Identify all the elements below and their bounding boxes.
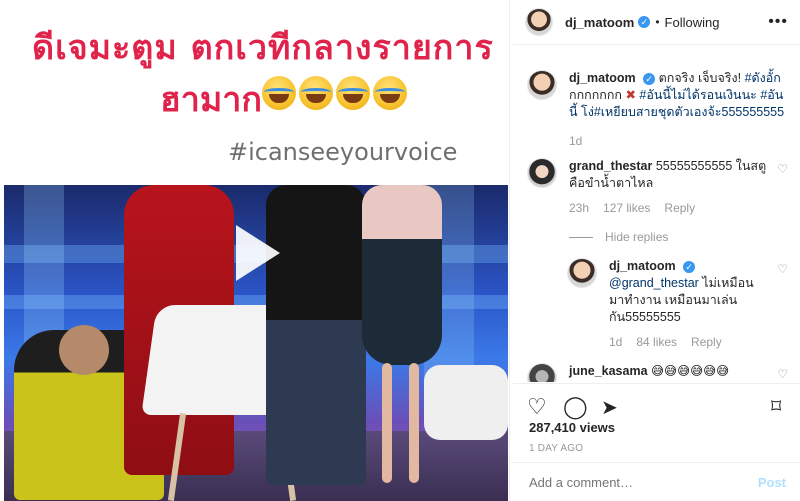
post-media: ดีเจมะตูม ตกเวทีกลางรายการ ฮามาก #icanse… [0, 0, 510, 501]
laughing-emoji-row [262, 76, 407, 110]
comment-username[interactable]: dj_matoom [609, 259, 676, 273]
verified-badge-icon: ✓ [643, 72, 656, 85]
avatar[interactable] [567, 258, 597, 288]
verified-badge-icon: ✓ [638, 16, 651, 28]
video-player[interactable] [4, 185, 508, 501]
video-title-line1: ดีเจมะตูม ตกเวทีกลางรายการ [32, 28, 494, 68]
video-hashtag: #icanseeyourvoice [228, 138, 458, 166]
comment-input[interactable] [529, 474, 758, 490]
caption-text-cont: กกกกกกก [569, 88, 626, 102]
post-button[interactable]: Post [758, 475, 786, 490]
comment-text: 😅😅😅😅😅😅 [651, 364, 730, 378]
comment-item: june_kasama 😅😅😅😅😅😅 ♡ [527, 363, 788, 382]
share-icon[interactable]: ➤ [601, 395, 618, 420]
standing-man [266, 185, 366, 485]
comment-icon[interactable]: ◯ [563, 394, 588, 420]
mention-link[interactable]: @grand_thestar [609, 276, 699, 290]
verified-badge-icon: ✓ [683, 260, 696, 273]
comment-time[interactable]: 1d [569, 133, 582, 150]
comment-username[interactable]: dj_matoom [569, 71, 636, 85]
avatar[interactable] [527, 158, 557, 188]
hashtag-link[interactable]: #ดังอั้ก [745, 71, 781, 85]
header-username[interactable]: dj_matoom [565, 15, 634, 30]
hide-replies-toggle[interactable]: Hide replies [569, 229, 771, 246]
following-button[interactable]: Following [665, 15, 720, 30]
video-caption-area: ดีเจมะตูม ตกเวทีกลางรายการ ฮามาก #icanse… [0, 0, 509, 185]
comment-time[interactable]: 23h [569, 200, 589, 217]
hide-replies-label[interactable]: Hide replies [605, 229, 668, 246]
post-side-panel: dj_matoom ✓ • Following ••• dj_matoom ✓ … [513, 0, 800, 501]
laughing-emoji-icon [373, 76, 407, 110]
bookmark-icon[interactable]: ⌑ [771, 394, 781, 419]
comment-username[interactable]: grand_thestar [569, 159, 652, 173]
reply-item: dj_matoom ✓ @grand_thestar ไม่เหมือน มาท… [567, 258, 788, 351]
comment-time[interactable]: 1d [609, 334, 622, 351]
caption-comment: dj_matoom ✓ ตกจริง เจ็บจริง! #ดังอั้ก กก… [527, 70, 788, 150]
like-heart-icon[interactable]: ♡ [777, 262, 788, 351]
caption-text: ตกจริง เจ็บจริง! [658, 71, 745, 85]
like-heart-icon[interactable]: ♡ [777, 162, 788, 246]
laughing-emoji-icon [299, 76, 333, 110]
post-header: dj_matoom ✓ • Following ••• [513, 0, 800, 45]
reply-button[interactable]: Reply [664, 200, 695, 217]
action-bar: ♡ ◯ ➤ ⌑ [513, 383, 800, 423]
comment-item: grand_thestar 55555555555 ในสตู คือขำน้ำ… [527, 158, 788, 246]
comment-likes[interactable]: 84 likes [636, 334, 677, 351]
avatar[interactable] [525, 8, 553, 36]
view-count[interactable]: 287,410 views [529, 420, 615, 435]
cross-mark-icon: ✖ [625, 88, 636, 102]
add-comment-bar: Post [513, 462, 800, 501]
standing-woman [362, 185, 442, 365]
like-heart-icon[interactable]: ♡ [777, 367, 788, 382]
play-icon[interactable] [236, 225, 280, 281]
comment-likes[interactable]: 127 likes [603, 200, 650, 217]
more-options-icon[interactable]: ••• [768, 13, 788, 31]
comments-list[interactable]: dj_matoom ✓ ตกจริง เจ็บจริง! #ดังอั้ก กก… [513, 46, 800, 382]
post-date[interactable]: 1 DAY AGO [529, 443, 583, 454]
video-title-line2: ฮามาก [160, 80, 262, 120]
avatar[interactable] [527, 70, 557, 100]
avatar[interactable] [527, 363, 557, 382]
laughing-emoji-icon [262, 76, 296, 110]
reply-button[interactable]: Reply [691, 334, 722, 351]
laughing-emoji-icon [336, 76, 370, 110]
comment-username[interactable]: june_kasama [569, 364, 648, 378]
header-separator: • [655, 15, 660, 29]
heart-icon[interactable]: ♡ [527, 394, 547, 420]
